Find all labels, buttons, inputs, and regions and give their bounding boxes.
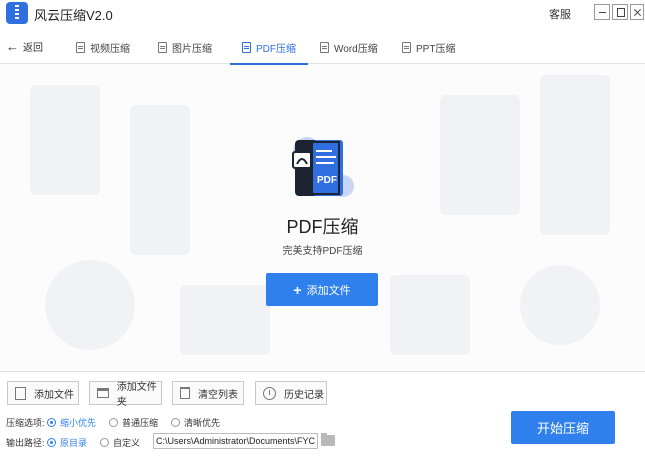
radio-custom-dir[interactable]: 自定义 [100,436,140,449]
title-bar: 风云压缩V2.0 客服 [0,0,645,26]
toolbar-button-label: 历史记录 [284,389,324,401]
app-logo-icon [6,2,28,24]
tab-bar: ← 返回 视频压缩 图片压缩 PDF压缩 Word压缩 PPT压缩 [0,30,645,65]
tab-word-compress[interactable]: Word压缩 [312,30,386,64]
back-button[interactable]: ← 返回 [6,38,43,55]
tab-label: PDF压缩 [256,43,296,55]
folder-icon[interactable] [321,433,335,446]
tab-label: PPT压缩 [416,43,456,55]
clock-icon [263,386,276,400]
tab-pdf-compress[interactable]: PDF压缩 [230,30,308,65]
page-subtitle: 完美支持PDF压缩 [282,246,363,257]
output-path-input[interactable] [153,433,318,449]
add-folder-icon [97,388,109,398]
pdf-file-icon [242,41,251,53]
radio-label: 缩小优先 [60,418,97,428]
arrow-left-icon: ← [6,38,19,54]
radio-label: 原目录 [60,438,88,448]
image-file-icon [158,41,167,53]
toolbar-button-label: 清空列表 [198,389,238,401]
radio-icon [47,418,56,427]
radio-original-dir[interactable]: 原目录 [47,436,87,449]
tab-image-compress[interactable]: 图片压缩 [150,30,220,64]
compress-options-label: 压缩选项: [6,418,45,428]
tab-label: Word压缩 [334,43,378,55]
minimize-icon[interactable] [594,4,610,20]
radio-clarity-first[interactable]: 清晰优先 [171,416,220,429]
compress-options-row: 压缩选项: 缩小优先 普通压缩 清晰优先 [6,416,233,429]
add-file-icon [15,386,26,400]
start-compress-button[interactable]: 开始压缩 [511,411,615,444]
radio-icon [47,438,56,447]
app-title: 风云压缩V2.0 [34,8,113,23]
video-file-icon [76,41,85,53]
add-file-button[interactable]: + 添加文件 [266,273,378,306]
plus-icon: + [293,281,302,298]
customer-service-link[interactable]: 客服 [549,6,571,22]
tab-video-compress[interactable]: 视频压缩 [68,30,138,64]
history-button[interactable]: 历史记录 [255,381,327,405]
radio-icon [100,438,110,447]
radio-icon [109,418,119,427]
ppt-file-icon [402,41,411,53]
back-label: 返回 [23,43,43,54]
add-file-toolbar-button[interactable]: 添加文件 [7,381,79,405]
tab-ppt-compress[interactable]: PPT压缩 [394,30,463,64]
output-path-row: 输出路径: 原目录 自定义 [6,436,153,449]
tab-label: 图片压缩 [172,43,212,55]
pdf-file-icon: PDF [292,137,354,197]
radio-label: 普通压缩 [122,418,159,428]
file-drop-area[interactable]: PDF PDF压缩 完美支持PDF压缩 + 添加文件 [0,65,645,371]
clear-list-button[interactable]: 清空列表 [172,381,244,405]
radio-label: 清晰优先 [184,418,221,428]
pdf-illustration-label: PDF [317,175,337,186]
add-file-button-label: 添加文件 [306,284,351,297]
radio-normal-compress[interactable]: 普通压缩 [109,416,158,429]
toolbar-button-label: 添加文件 [34,389,74,401]
toolbar-button-label: 添加文件夹 [116,382,157,408]
tab-label: 视频压缩 [90,43,130,55]
radio-icon [171,418,181,427]
output-path-label: 输出路径: [6,438,45,448]
page-title: PDF压缩 [286,217,359,237]
radio-shrink-first[interactable]: 缩小优先 [47,416,96,429]
word-file-icon [320,41,329,53]
close-icon[interactable] [630,4,644,20]
add-folder-toolbar-button[interactable]: 添加文件夹 [89,381,162,408]
trash-icon [180,387,190,399]
radio-label: 自定义 [113,438,141,448]
maximize-icon[interactable] [612,4,628,20]
